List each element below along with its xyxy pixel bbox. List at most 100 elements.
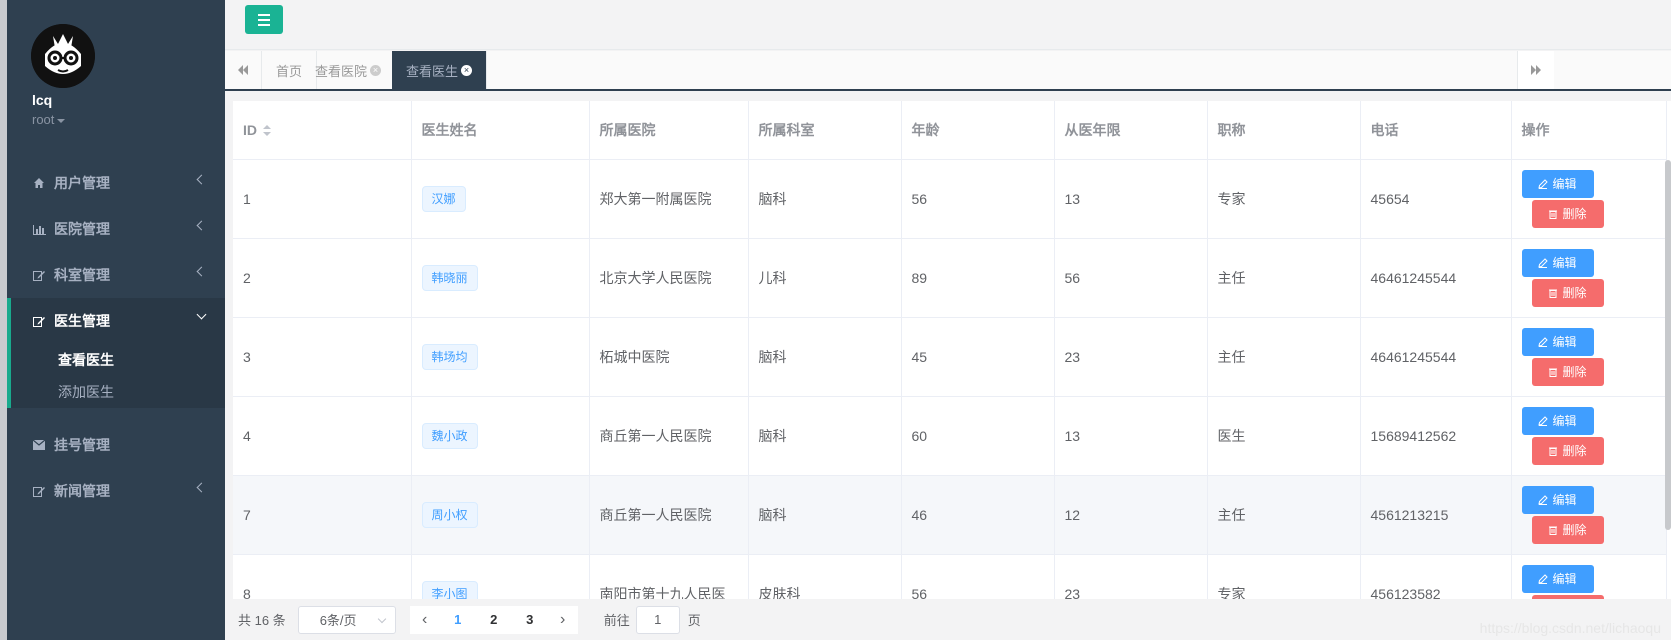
sidebar-subitem-view-doctors[interactable]: 查看医生 [11, 344, 225, 376]
sidebar-item-user-management[interactable]: 用户管理 [7, 160, 225, 206]
close-icon[interactable]: × [461, 64, 473, 76]
sidebar-item-hospital-management[interactable]: 医院管理 [7, 206, 225, 252]
edit-label: 编辑 [1552, 572, 1577, 586]
home-icon [32, 176, 46, 190]
bar-chart-icon [32, 222, 46, 236]
sort-icon[interactable] [263, 125, 271, 137]
avatar[interactable] [31, 24, 95, 88]
doctor-name-tag: 魏小政 [421, 422, 478, 449]
sidebar-item-label: 用户管理 [54, 175, 110, 191]
column-header-years: 从医年限 [1054, 101, 1208, 160]
sidebar-item-doctor-management[interactable]: 医生管理 [11, 298, 225, 344]
column-header-phone: 电话 [1360, 101, 1512, 160]
column-header-hospital: 所属医院 [589, 101, 749, 160]
sidebar-item-label: 新闻管理 [54, 483, 110, 499]
chevron-down-icon [196, 309, 207, 320]
edit-button[interactable]: 编辑 [1521, 564, 1594, 593]
window-edge [0, 0, 7, 640]
user-role: root [32, 112, 55, 127]
cell-hospital: 柘城中医院 [589, 317, 749, 397]
page-size-select[interactable]: 6条/页 [297, 605, 396, 634]
pencil-icon [1538, 336, 1549, 347]
pencil-icon [1538, 178, 1549, 189]
next-page-button[interactable]: › [548, 611, 578, 629]
envelope-icon [32, 438, 46, 452]
cell-age: 46 [901, 475, 1055, 555]
sidebar-item-label: 科室管理 [54, 267, 110, 283]
doctor-name-tag: 李小图 [421, 580, 478, 599]
column-header-id[interactable]: ID [233, 101, 412, 160]
edit-button[interactable]: 编辑 [1521, 406, 1594, 435]
prev-page-button[interactable]: ‹ [410, 611, 440, 629]
sidebar-item-department-management[interactable]: 科室管理 [7, 252, 225, 298]
delete-button[interactable]: 删除 [1531, 278, 1604, 307]
column-header-age: 年龄 [901, 101, 1055, 160]
chevron-left-icon [196, 482, 207, 493]
row-actions: 编辑删除 [1521, 169, 1666, 228]
row-actions: 编辑删除 [1521, 564, 1666, 599]
edit-button[interactable]: 编辑 [1521, 327, 1594, 356]
cell-title: 专家 [1207, 159, 1361, 239]
cell-actions: 编辑删除 [1511, 317, 1667, 397]
cell-age: 56 [901, 554, 1055, 599]
cell-dept: 儿科 [748, 238, 902, 318]
pencil-icon [1538, 415, 1549, 426]
cell-phone: 4561213215 [1360, 475, 1512, 555]
cell-actions: 编辑删除 [1511, 159, 1667, 239]
user-role-dropdown[interactable]: root [32, 112, 66, 127]
table-row: 3 韩场均 柘城中医院 脑科 45 23 主任 46461245544 编辑 删除 [233, 317, 1667, 397]
edit-button[interactable]: 编辑 [1521, 485, 1594, 514]
table-scrollbar[interactable] [1665, 160, 1671, 530]
row-actions: 编辑删除 [1521, 248, 1666, 307]
page-number-1[interactable]: 1 [440, 612, 476, 627]
delete-label: 删除 [1562, 523, 1587, 537]
cell-age: 60 [901, 396, 1055, 476]
tabs-bar: 首页 查看医院 × 查看医生 × [225, 51, 1671, 91]
goto-page-input[interactable]: 1 [635, 605, 680, 634]
delete-button[interactable]: 删除 [1531, 515, 1604, 544]
watermark: https://blog.csdn.net/lichaoqu [1479, 620, 1661, 636]
cell-dept: 脑科 [748, 475, 902, 555]
delete-button[interactable]: 删除 [1531, 436, 1604, 465]
tab-view-hospitals[interactable]: 查看医院 × [301, 51, 397, 89]
hamburger-icon-line [258, 18, 270, 21]
tabs-scroll-right-button[interactable] [1517, 51, 1554, 89]
edit-icon [32, 484, 46, 498]
sidebar-item-label: 挂号管理 [54, 437, 110, 453]
sidebar-item-news-management[interactable]: 新闻管理 [7, 468, 225, 514]
page-number-3[interactable]: 3 [512, 612, 548, 627]
pencil-icon [1538, 573, 1549, 584]
table-row: 4 魏小政 商丘第一人民医院 脑科 60 13 医生 15689412562 编辑 删除 [233, 396, 1667, 476]
cell-years: 13 [1054, 396, 1208, 476]
goto-label: 前往 [603, 613, 630, 628]
pagination-pages: ‹ 1 2 3 › [409, 605, 578, 634]
tab-view-doctors[interactable]: 查看医生 × [392, 51, 488, 89]
goto-unit: 页 [687, 613, 701, 628]
page-number-2[interactable]: 2 [476, 612, 512, 627]
cell-name: 李小图 [411, 554, 590, 599]
cell-phone: 45654 [1360, 159, 1512, 239]
cell-years: 13 [1054, 159, 1208, 239]
hamburger-icon [258, 13, 270, 16]
tabs-scroll-left-button[interactable] [225, 51, 262, 89]
pagination: 共 16 条 6条/页 ‹ 1 2 3 › 前往 1 页 https://blo… [225, 599, 1671, 640]
edit-label: 编辑 [1552, 256, 1577, 270]
delete-label: 删除 [1562, 444, 1587, 458]
cell-name: 汉娜 [411, 159, 590, 239]
cell-hospital: 商丘第一人民医院 [589, 396, 749, 476]
delete-button[interactable]: 删除 [1531, 199, 1604, 228]
edit-button[interactable]: 编辑 [1521, 169, 1594, 198]
chevron-left-icon [196, 266, 207, 277]
row-actions: 编辑删除 [1521, 406, 1666, 465]
sidebar-item-label: 医院管理 [54, 221, 110, 237]
sidebar: lcq root 用户管理 医院管理 科室管理 医生管理 查看医生 添加医生 挂… [7, 0, 225, 640]
trash-icon [1549, 447, 1558, 456]
sidebar-item-registration-management[interactable]: 挂号管理 [7, 422, 225, 468]
sidebar-subitem-add-doctor[interactable]: 添加医生 [11, 376, 225, 408]
delete-button[interactable]: 删除 [1531, 357, 1604, 386]
close-icon[interactable]: × [370, 64, 382, 76]
menu-toggle-button[interactable] [245, 5, 283, 34]
edit-button[interactable]: 编辑 [1521, 248, 1594, 277]
cell-years: 56 [1054, 238, 1208, 318]
cell-name: 韩晓丽 [411, 238, 590, 318]
